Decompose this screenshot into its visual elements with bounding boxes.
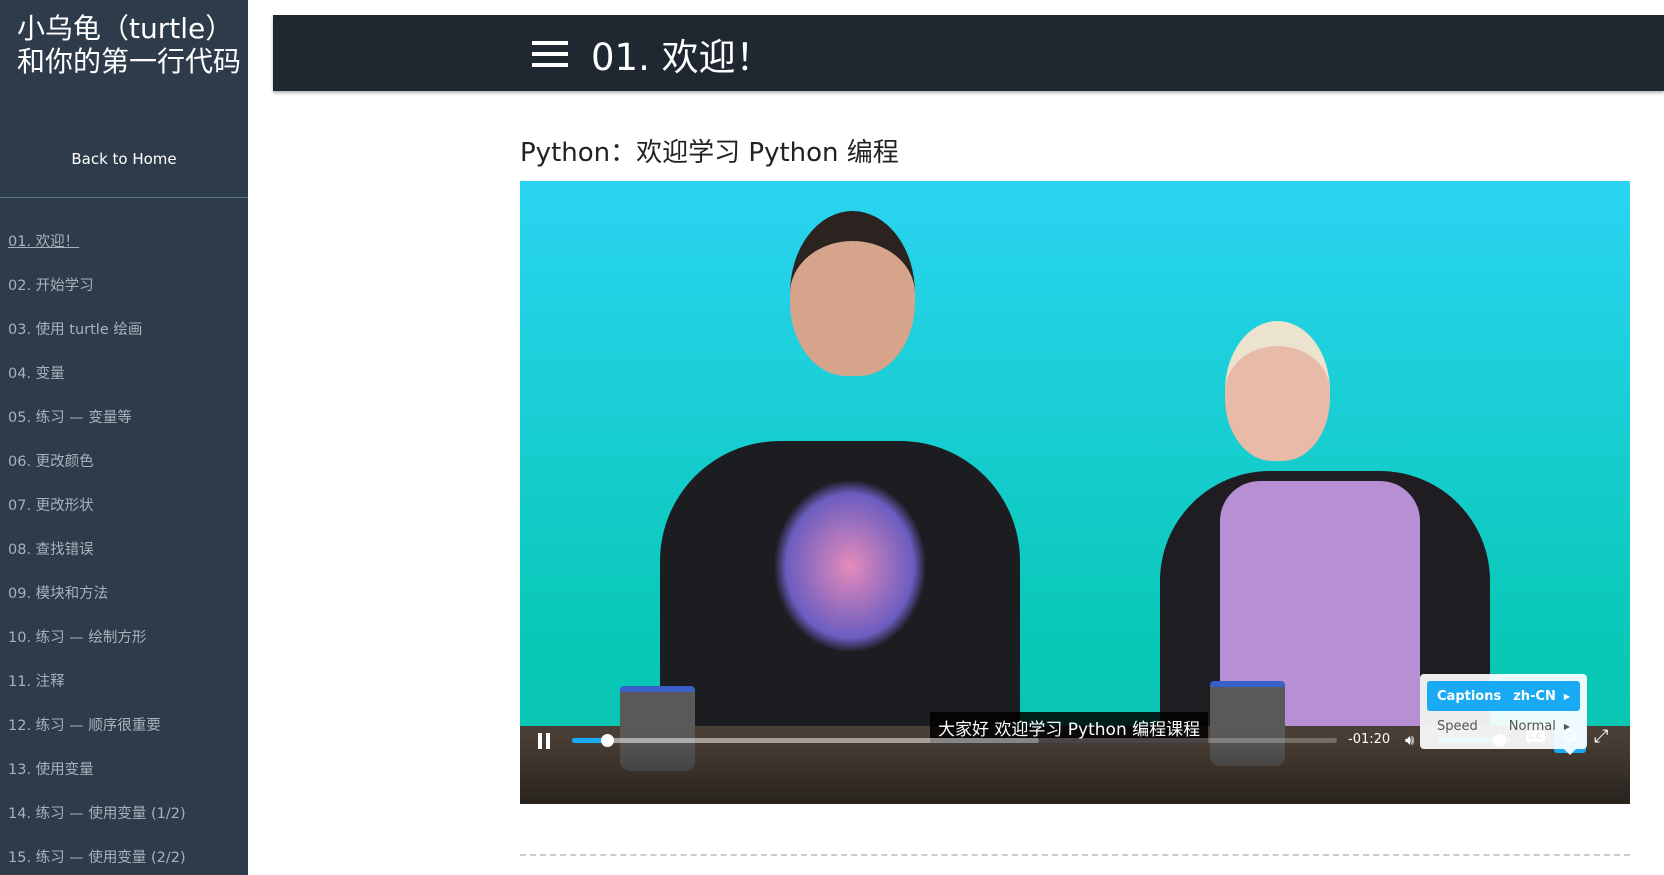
video-player[interactable]: 大家好 欢迎学习 Python 编程课程 -01:20 🔊︎ CC ⚙ ⤢ Ca… bbox=[520, 181, 1630, 804]
sidebar-item[interactable]: 04. 变量 bbox=[8, 362, 65, 383]
time-remaining: -01:20 bbox=[1348, 732, 1391, 747]
settings-menu: Captions zh-CN ▶ Speed Normal ▶ bbox=[1420, 674, 1587, 755]
sidebar-item[interactable]: 01. 欢迎！ bbox=[8, 230, 79, 251]
pause-button[interactable] bbox=[538, 733, 552, 749]
page-header: 01. 欢迎！ bbox=[273, 15, 1664, 91]
buffered-bar bbox=[572, 738, 1039, 743]
chevron-right-icon: ▶ bbox=[1563, 721, 1570, 731]
page-title: 01. 欢迎！ bbox=[591, 36, 773, 79]
back-to-home-link[interactable]: Back to Home bbox=[0, 150, 248, 168]
chevron-right-icon: ▶ bbox=[1563, 691, 1570, 701]
captions-label: Captions bbox=[1437, 688, 1502, 704]
sidebar-item[interactable]: 05. 练习 — 变量等 bbox=[8, 406, 132, 427]
speed-menu-item[interactable]: Speed Normal ▶ bbox=[1427, 711, 1580, 741]
sidebar-item[interactable]: 11. 注释 bbox=[8, 670, 65, 691]
sidebar-item[interactable]: 06. 更改颜色 bbox=[8, 450, 94, 471]
captions-value: zh-CN bbox=[1513, 688, 1556, 704]
lesson-title: Python：欢迎学习 Python 编程 bbox=[520, 138, 899, 168]
volume-icon[interactable]: 🔊︎ bbox=[1405, 731, 1414, 749]
sidebar-item[interactable]: 12. 练习 — 顺序很重要 bbox=[8, 714, 161, 735]
sidebar-item[interactable]: 08. 查找错误 bbox=[8, 538, 94, 559]
captions-menu-item[interactable]: Captions zh-CN ▶ bbox=[1427, 681, 1580, 711]
sidebar-item[interactable]: 14. 练习 — 使用变量 (1/2) bbox=[8, 802, 186, 823]
sidebar-item[interactable]: 02. 开始学习 bbox=[8, 274, 94, 295]
sidebar: 小乌龟（turtle）和你的第一行代码 Back to Home 01. 欢迎！… bbox=[0, 0, 248, 875]
sidebar-item[interactable]: 09. 模块和方法 bbox=[8, 582, 108, 603]
course-title: 小乌龟（turtle）和你的第一行代码 bbox=[17, 12, 242, 78]
sidebar-item[interactable]: 15. 练习 — 使用变量 (2/2) bbox=[8, 846, 186, 867]
hamburger-menu-icon[interactable] bbox=[532, 41, 568, 67]
sidebar-item[interactable]: 07. 更改形状 bbox=[8, 494, 94, 515]
presenter-woman-head bbox=[1225, 321, 1330, 461]
sidebar-item[interactable]: 10. 练习 — 绘制方形 bbox=[8, 626, 146, 647]
presenter-man-head bbox=[790, 211, 915, 376]
shirt-graphic bbox=[775, 481, 925, 651]
speed-value: Normal bbox=[1508, 718, 1556, 734]
sidebar-item[interactable]: 03. 使用 turtle 绘画 bbox=[8, 318, 142, 339]
fullscreen-icon[interactable]: ⤢ bbox=[1594, 726, 1608, 747]
divider bbox=[0, 197, 248, 198]
section-divider bbox=[520, 854, 1630, 856]
sidebar-item[interactable]: 13. 使用变量 bbox=[8, 758, 94, 779]
progress-bar[interactable] bbox=[572, 734, 1337, 747]
speed-label: Speed bbox=[1437, 718, 1478, 734]
